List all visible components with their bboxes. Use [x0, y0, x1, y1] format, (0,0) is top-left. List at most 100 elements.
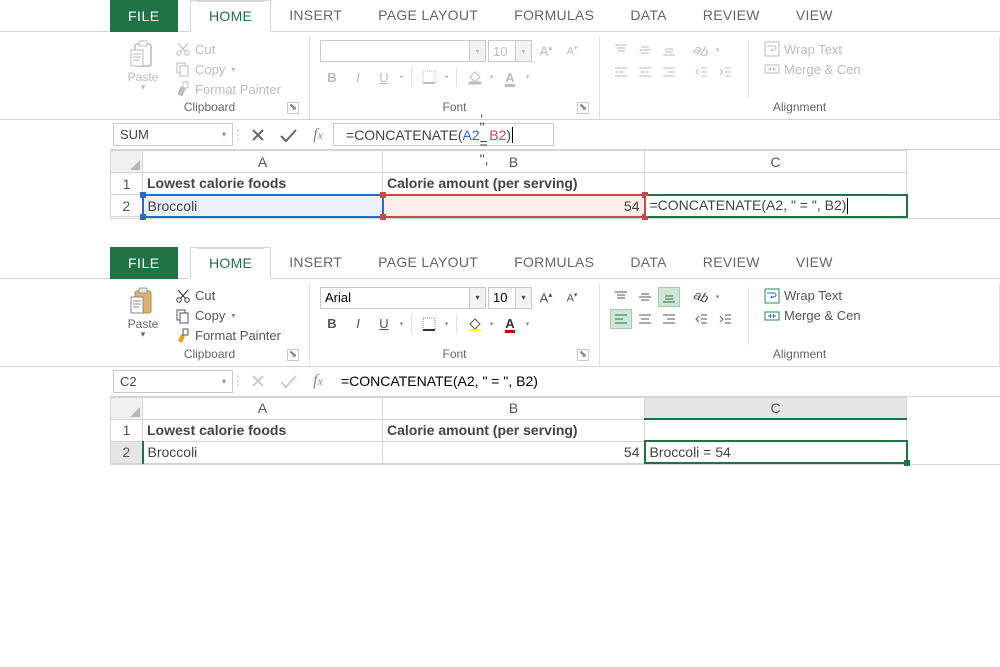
scissors-icon: [175, 41, 191, 57]
align-right-button[interactable]: [658, 309, 680, 329]
cell-a1[interactable]: Lowest calorie foods: [143, 173, 383, 195]
tab-review[interactable]: REVIEW: [685, 246, 778, 278]
increase-indent-button[interactable]: [714, 309, 736, 329]
caret-icon[interactable]: ▾: [486, 313, 496, 335]
copy-button[interactable]: Copy▾: [172, 307, 284, 325]
name-box[interactable]: C2 ▾: [113, 370, 233, 393]
tab-file[interactable]: FILE: [110, 247, 178, 279]
cell-a1[interactable]: Lowest calorie foods: [143, 419, 383, 441]
caret-icon[interactable]: ▾: [441, 313, 451, 335]
orientation-icon: ab: [692, 287, 711, 306]
align-center-button[interactable]: [634, 309, 656, 329]
tab-page-layout[interactable]: PAGE LAYOUT: [360, 0, 496, 31]
orientation-button[interactable]: ab: [690, 287, 712, 307]
bold-button[interactable]: B: [320, 313, 344, 335]
tab-data[interactable]: DATA: [612, 0, 684, 31]
underline-button[interactable]: U: [372, 313, 396, 335]
cell-a2[interactable]: Broccoli: [143, 441, 383, 463]
caret-icon: ▾: [486, 66, 496, 88]
formula-input[interactable]: [333, 367, 1000, 396]
cut-button[interactable]: Cut: [172, 287, 284, 305]
tab-page-layout[interactable]: PAGE LAYOUT: [360, 246, 496, 278]
paste-button[interactable]: Paste ▾: [120, 287, 166, 340]
copy-icon: [175, 308, 191, 324]
font-name-combo: ▾: [320, 40, 486, 62]
fx-button[interactable]: fx: [303, 367, 333, 396]
tab-insert[interactable]: INSERT: [271, 0, 360, 31]
cell-a2[interactable]: Broccoli: [143, 195, 383, 217]
merge-center-button[interactable]: Merge & Cen: [761, 307, 864, 325]
name-box[interactable]: SUM ▾: [113, 123, 233, 146]
font-size-input[interactable]: [488, 287, 516, 309]
decrease-font-button[interactable]: A▾: [560, 287, 584, 309]
align-bottom-button: [658, 40, 680, 60]
increase-font-button[interactable]: A▴: [534, 287, 558, 309]
align-left-button[interactable]: [610, 309, 632, 329]
col-header-c[interactable]: C: [645, 151, 907, 173]
italic-button: I: [346, 66, 370, 88]
caret-icon[interactable]: ▾: [712, 287, 722, 307]
align-middle-button[interactable]: [634, 287, 656, 307]
select-all-corner[interactable]: [111, 397, 143, 419]
format-painter-button[interactable]: Format Painter: [172, 327, 284, 345]
caret-icon[interactable]: ▾: [516, 287, 532, 309]
increase-indent-button: [714, 62, 736, 82]
caret-icon: ▾: [141, 82, 146, 93]
cell-c2[interactable]: Broccoli = 54: [645, 441, 907, 463]
tab-review[interactable]: REVIEW: [685, 0, 778, 31]
fill-handle[interactable]: [904, 460, 910, 466]
orientation-icon: ab: [692, 40, 711, 59]
bucket-icon: [466, 316, 482, 332]
align-bottom-button[interactable]: [658, 287, 680, 307]
fill-color-button: [462, 66, 486, 88]
cell-b2[interactable]: 54: [383, 441, 645, 463]
decrease-indent-button[interactable]: [690, 309, 712, 329]
spreadsheet-grid-bottom[interactable]: A B C 1 Lowest calorie foods Calorie amo…: [110, 397, 1000, 466]
italic-button[interactable]: I: [346, 313, 370, 335]
tab-data[interactable]: DATA: [612, 246, 684, 278]
caret-icon[interactable]: ▾: [522, 313, 532, 335]
tab-formulas[interactable]: FORMULAS: [496, 246, 612, 278]
tab-home[interactable]: HOME: [190, 0, 271, 32]
font-name-combo[interactable]: ▾: [320, 287, 486, 309]
cell-c1[interactable]: [645, 173, 907, 195]
spreadsheet-grid-top[interactable]: A B C 1 Lowest calorie foods Calorie amo…: [110, 150, 1000, 219]
tab-formulas[interactable]: FORMULAS: [496, 0, 612, 31]
col-header-b[interactable]: B: [383, 397, 645, 419]
tab-home[interactable]: HOME: [190, 247, 271, 279]
merge-icon: [764, 308, 780, 324]
tab-view[interactable]: VIEW: [778, 0, 851, 31]
row-header-1[interactable]: 1: [111, 173, 143, 195]
col-header-a[interactable]: A: [143, 397, 383, 419]
group-label-font: Font⬊: [320, 345, 589, 364]
group-label-alignment: Alignment: [610, 345, 989, 364]
fx-button[interactable]: fx: [303, 120, 333, 149]
enter-formula-button[interactable]: [273, 120, 303, 149]
cell-b1[interactable]: Calorie amount (per serving): [383, 419, 645, 441]
row-header-2[interactable]: 2: [111, 441, 143, 463]
wrap-text-button[interactable]: Wrap Text: [761, 287, 864, 305]
cell-c1[interactable]: [645, 419, 907, 441]
row-header-2[interactable]: 2: [111, 195, 143, 217]
fill-color-button[interactable]: [462, 313, 486, 335]
cell-b2[interactable]: 54: [383, 195, 645, 217]
cell-c2[interactable]: =CONCATENATE(A2, " = ", B2): [645, 195, 907, 217]
tab-insert[interactable]: INSERT: [271, 246, 360, 278]
cell-b1[interactable]: Calorie amount (per serving): [383, 173, 645, 195]
tab-view[interactable]: VIEW: [778, 246, 851, 278]
align-top-button[interactable]: [610, 287, 632, 307]
dialog-launcher-icon: ⬊: [287, 102, 299, 114]
borders-button[interactable]: [417, 313, 441, 335]
caret-icon[interactable]: ▾: [470, 287, 486, 309]
tab-file[interactable]: FILE: [110, 0, 178, 32]
select-all-corner[interactable]: [111, 151, 143, 173]
dialog-launcher-icon[interactable]: ⬊: [287, 349, 299, 361]
cancel-formula-button[interactable]: [243, 120, 273, 149]
dialog-launcher-icon[interactable]: ⬊: [577, 349, 589, 361]
font-name-input[interactable]: [320, 287, 470, 309]
col-header-c[interactable]: C: [645, 397, 907, 419]
caret-icon[interactable]: ▾: [396, 313, 406, 335]
row-header-1[interactable]: 1: [111, 419, 143, 441]
font-color-button[interactable]: A: [498, 313, 522, 335]
font-size-combo[interactable]: ▾: [488, 287, 532, 309]
